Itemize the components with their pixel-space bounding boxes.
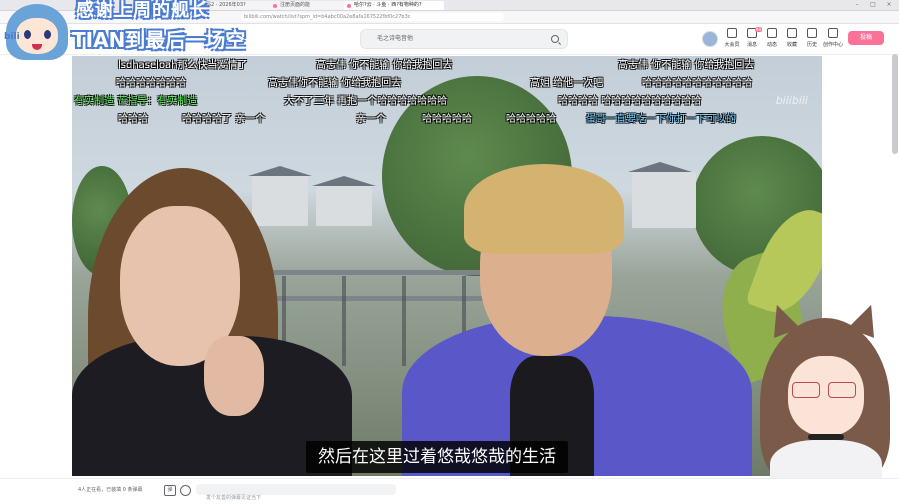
danmaku-comment: 蛋哥一直要吃一下你打一下可以的 bbox=[586, 114, 736, 125]
star-icon bbox=[787, 28, 797, 38]
player-bottom-bar: 4人正在看，已装填 0 条弹幕 弹 发个友善的弹幕见证当下 bbox=[0, 478, 899, 501]
tab-label: 哈尔?云 · 斗鱼 · 西?有物种的? bbox=[354, 2, 422, 8]
house bbox=[248, 166, 312, 226]
viewer-count: 4人正在看，已装填 0 条弹幕 bbox=[78, 487, 143, 493]
chibi-eye bbox=[24, 30, 31, 39]
danmaku-comment: 哈哈哈哈 哈哈哈哈哈哈哈哈哈哈 bbox=[558, 96, 702, 107]
url-field[interactable]: bilibili.com/watch/list?spm_id=b4abc00a2… bbox=[240, 13, 504, 21]
dynamics-icon bbox=[767, 28, 777, 38]
danmaku-toggle-button[interactable]: 弹 bbox=[164, 485, 176, 496]
video-subtitle: 然后在这里过着悠哉悠哉的生活 bbox=[306, 441, 568, 473]
close-icon[interactable]: × bbox=[882, 0, 896, 10]
search-box[interactable]: 毛之诗电音他 bbox=[360, 29, 568, 49]
tab-favicon-icon bbox=[273, 4, 277, 8]
danmaku-comment: 高志伟你不能输 你给我抱回去 bbox=[268, 78, 402, 89]
danmaku-input[interactable]: 发个友善的弹幕见证当下 bbox=[196, 484, 396, 501]
woman-hand bbox=[204, 336, 264, 416]
search-input[interactable]: 毛之诗电音他 bbox=[377, 30, 413, 48]
browser-tab-3[interactable]: 哈尔?云 · 斗鱼 · 西?有物种的? bbox=[344, 1, 444, 10]
danmaku-comment: 哈哈哈 bbox=[118, 114, 148, 125]
danmaku-comment: 哈哈哈哈哈 bbox=[422, 114, 472, 125]
nav-label: 创作中心 bbox=[822, 42, 843, 48]
minimize-icon[interactable]: – bbox=[850, 0, 864, 10]
danmaku-comment: 哈哈哈哈哈哈哈 bbox=[116, 78, 186, 89]
house bbox=[312, 176, 376, 226]
tab-favicon-icon bbox=[347, 4, 351, 8]
danmaku-comment: 高志伟 你不能输 你给我抱回去 bbox=[316, 60, 453, 71]
danmaku-settings-icon[interactable] bbox=[180, 485, 191, 496]
danmaku-comment: 高姐 给他一次吧 bbox=[530, 78, 604, 89]
tab-label: 注册页面的能 bbox=[280, 2, 311, 8]
danmaku-comment: 高志伟 你不能输 你给我抱回去 bbox=[618, 60, 755, 71]
nav-creator-center[interactable]: 创作中心 bbox=[820, 28, 846, 52]
danmaku-input-placeholder: 发个友善的弹幕见证当下 bbox=[206, 495, 262, 501]
video-player[interactable]: bilibili lsdhaseloah那么快当爱情了 高志伟 你不能输 你给我… bbox=[72, 56, 822, 476]
post-button[interactable]: 投稿 bbox=[848, 31, 884, 45]
bilibili-watermark: bilibili bbox=[775, 94, 808, 107]
danmaku-comment: 哈哈哈哈哈哈哈哈哈哈哈 bbox=[642, 78, 752, 89]
danmaku-comment: 大不了三年 再抱一个哈哈哈哈哈哈哈 bbox=[284, 96, 448, 107]
maximize-icon[interactable]: □ bbox=[866, 0, 880, 10]
clock-icon bbox=[807, 28, 817, 38]
tab-label: 码2 · 2026年03? bbox=[206, 2, 246, 8]
danmaku-comment: 有实制造 芒指导：有实制造 bbox=[74, 96, 198, 107]
man-hair bbox=[464, 164, 624, 254]
page-scrollbar[interactable] bbox=[892, 54, 898, 154]
vtuber-avatar bbox=[752, 300, 899, 500]
bili-logo: bili bbox=[4, 32, 20, 42]
glasses-icon bbox=[792, 382, 860, 398]
user-avatar[interactable] bbox=[702, 31, 718, 47]
chibi-eye bbox=[44, 30, 51, 39]
danmaku-comment: 哈哈哈哈哈 bbox=[506, 114, 556, 125]
overlay-banner-title: 感谢上周的舰长 bbox=[76, 0, 209, 21]
danmaku-comment: lsdhaseloah那么快当爱情了 bbox=[118, 60, 248, 71]
lightbulb-icon bbox=[828, 28, 838, 38]
overlay-banner-subtitle: TIAN到最后一场空 bbox=[72, 28, 246, 52]
house bbox=[628, 162, 696, 228]
danmaku-comment: 哈哈哈哈了 亲一个 bbox=[182, 114, 266, 125]
browser-tab-2[interactable]: 注册页面的能 bbox=[270, 1, 350, 10]
vip-icon bbox=[727, 28, 737, 38]
search-icon[interactable] bbox=[551, 35, 559, 43]
choker bbox=[808, 434, 844, 440]
danmaku-comment: 亲一个 bbox=[356, 114, 386, 125]
